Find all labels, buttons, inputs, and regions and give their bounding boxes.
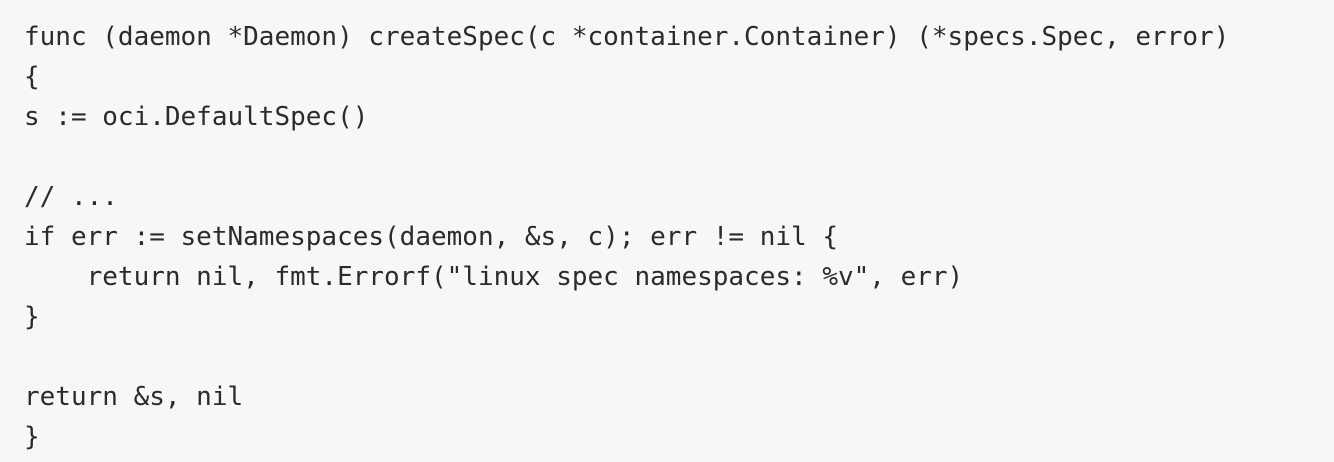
code-line-function-signature: func (daemon *Daemon) createSpec(c *cont…	[24, 22, 1230, 52]
code-line-open-brace: {	[24, 62, 40, 92]
code-line-blank-2	[24, 337, 1334, 377]
code-block: func (daemon *Daemon) createSpec(c *cont…	[0, 0, 1334, 462]
code-line-default-spec: s := oci.DefaultSpec()	[24, 102, 369, 132]
code-line-return-error: return nil, fmt.Errorf("linux spec names…	[24, 262, 964, 292]
code-line-close-brace: }	[24, 422, 40, 452]
code-line-return-spec: return &s, nil	[24, 382, 244, 412]
code-line-comment: // ...	[24, 182, 118, 212]
code-line-close-if: }	[24, 302, 40, 332]
code-line-if-statement: if err := setNamespaces(daemon, &s, c); …	[24, 222, 838, 252]
